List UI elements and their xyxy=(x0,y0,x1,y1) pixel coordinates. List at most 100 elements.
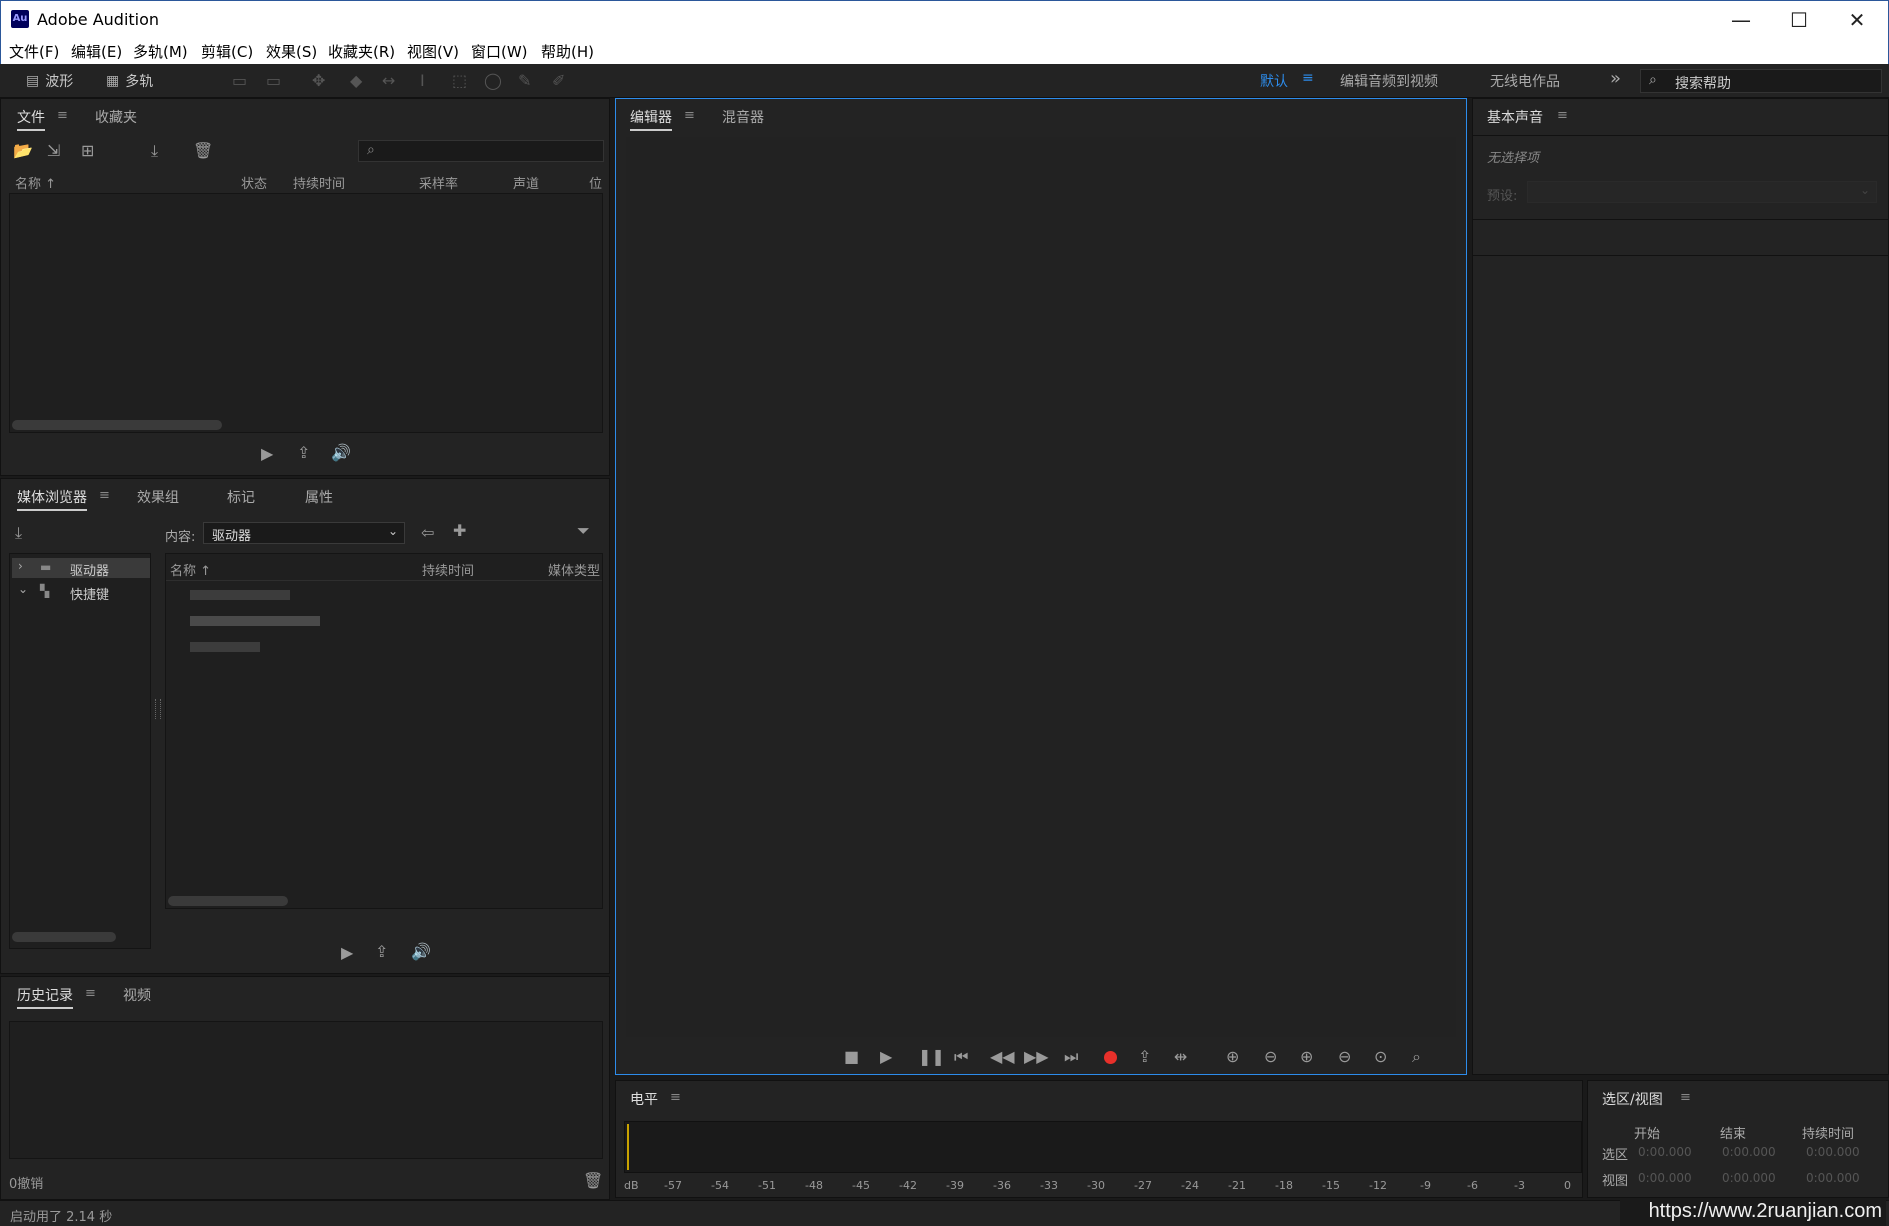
close-button[interactable]: ✕ xyxy=(1828,1,1886,39)
col-name[interactable]: 名称 ↑ xyxy=(170,560,211,579)
col-media-type[interactable]: 媒体类型 xyxy=(548,560,600,579)
delete-file-icon[interactable]: 🗑 xyxy=(193,141,213,160)
essential-sound-menu-icon[interactable]: ≡ xyxy=(1557,108,1568,123)
loop-icon[interactable]: ⇪ xyxy=(375,942,388,961)
zoom-in-amplitude-icon[interactable]: ⊕ xyxy=(1226,1047,1239,1066)
view-end[interactable]: 0:00.000 xyxy=(1722,1171,1776,1185)
editor-menu-icon[interactable]: ≡ xyxy=(684,108,695,123)
col-name[interactable]: 名称 ↑ xyxy=(15,173,56,192)
media-file-list[interactable]: 名称 ↑ 持续时间 媒体类型 xyxy=(165,553,603,909)
selection-duration[interactable]: 0:00.000 xyxy=(1806,1145,1860,1159)
levels-menu-icon[interactable]: ≡ xyxy=(670,1090,681,1105)
help-search-input[interactable]: ⌕ 搜索帮助 xyxy=(1640,69,1882,93)
col-duration[interactable]: 持续时间 xyxy=(293,173,345,192)
col-status[interactable]: 状态 xyxy=(241,173,267,192)
import-icon[interactable]: ⤓ xyxy=(15,523,22,543)
col-channels[interactable]: 声道 xyxy=(513,173,539,192)
tab-history[interactable]: 历史记录 xyxy=(17,985,73,1009)
tab-editor[interactable]: 编辑器 xyxy=(630,107,672,131)
menu-file[interactable]: 文件(F) xyxy=(9,41,59,62)
list-item[interactable] xyxy=(190,616,320,626)
zoom-out-amplitude-icon[interactable]: ⊖ xyxy=(1264,1047,1277,1066)
skip-selection-icon[interactable]: ⇹ xyxy=(1174,1047,1187,1066)
zoom-in-time-icon[interactable]: ⊕ xyxy=(1300,1047,1313,1066)
loop-icon[interactable]: ⇪ xyxy=(297,443,310,462)
pitch-display-icon[interactable]: ▭ xyxy=(266,71,281,90)
editor-panel[interactable]: 编辑器 ≡ 混音器 ■ ▶ ❚❚ ⏮ ◀◀ ▶▶ ⏭ ⇪ ⇹ ⊕ ⊖ ⊕ ⊖ ⊙… xyxy=(615,98,1467,1075)
brush-tool-icon[interactable]: ✎ xyxy=(518,71,531,90)
play-icon[interactable]: ▶ xyxy=(880,1047,892,1066)
media-browser-menu-icon[interactable]: ≡ xyxy=(99,488,110,503)
healing-tool-icon[interactable]: ✐ xyxy=(552,71,565,90)
menu-favorites[interactable]: 收藏夹(R) xyxy=(328,41,395,62)
maximize-button[interactable]: ☐ xyxy=(1770,1,1828,39)
tab-mixer[interactable]: 混音器 xyxy=(722,107,764,127)
tab-properties[interactable]: 属性 xyxy=(305,487,333,507)
list-item[interactable] xyxy=(190,590,290,600)
waveform-area[interactable] xyxy=(626,137,1456,1037)
selection-end[interactable]: 0:00.000 xyxy=(1722,1145,1776,1159)
add-shortcut-icon[interactable]: ✚ xyxy=(453,521,466,540)
rewind-icon[interactable]: ◀◀ xyxy=(990,1047,1015,1066)
insert-to-multitrack-icon[interactable]: ⤓ xyxy=(151,141,158,161)
delete-history-icon[interactable]: 🗑 xyxy=(583,1171,603,1190)
menu-view[interactable]: 视图(V) xyxy=(407,41,459,62)
menu-clip[interactable]: 剪辑(C) xyxy=(201,41,253,62)
workspace-radio-production[interactable]: 无线电作品 xyxy=(1490,71,1560,91)
col-bits[interactable]: 位 xyxy=(589,173,602,192)
media-list-scrollbar[interactable] xyxy=(168,896,288,906)
files-panel-menu-icon[interactable]: ≡ xyxy=(57,108,68,123)
content-dropdown[interactable]: 驱动器 ⌄ xyxy=(203,522,405,544)
slip-tool-icon[interactable]: ↔ xyxy=(382,71,395,90)
minimize-button[interactable]: — xyxy=(1712,1,1770,39)
waveform-button[interactable]: ▤ 波形 xyxy=(26,68,73,94)
volume-icon[interactable]: 🔊 xyxy=(411,942,431,961)
open-file-icon[interactable]: 📂 xyxy=(13,141,33,160)
tree-item-drives[interactable]: › ▬ 驱动器 xyxy=(12,558,150,579)
skip-to-start-icon[interactable]: ⏮ xyxy=(954,1047,968,1067)
record-icon[interactable] xyxy=(1104,1051,1117,1064)
selection-view-menu-icon[interactable]: ≡ xyxy=(1680,1090,1691,1105)
workspace-edit-audio-to-video[interactable]: 编辑音频到视频 xyxy=(1340,71,1438,91)
zoom-full-icon[interactable]: ⊙ xyxy=(1374,1047,1387,1066)
files-search-input[interactable]: ⌕ xyxy=(358,140,604,162)
preset-dropdown[interactable]: ⌄ xyxy=(1527,181,1877,203)
col-sample-rate[interactable]: 采样率 xyxy=(419,173,458,192)
new-file-icon[interactable]: ⊞ xyxy=(81,141,94,160)
list-item[interactable] xyxy=(190,642,260,652)
move-tool-icon[interactable]: ✥ xyxy=(312,71,325,90)
tab-video[interactable]: 视频 xyxy=(123,985,151,1005)
filter-icon[interactable]: ⏷ xyxy=(577,521,590,541)
selection-start[interactable]: 0:00.000 xyxy=(1638,1145,1692,1159)
more-workspaces-icon[interactable]: » xyxy=(1610,68,1621,89)
play-icon[interactable]: ▶ xyxy=(261,444,273,463)
multitrack-button[interactable]: ▦ 多轨 xyxy=(106,68,153,94)
tab-media-browser[interactable]: 媒体浏览器 xyxy=(17,487,87,511)
volume-icon[interactable]: 🔊 xyxy=(331,443,351,462)
files-list[interactable] xyxy=(9,193,603,433)
workspace-default[interactable]: 默认 xyxy=(1260,71,1288,91)
view-duration[interactable]: 0:00.000 xyxy=(1806,1171,1860,1185)
tab-favorites[interactable]: 收藏夹 xyxy=(95,107,137,127)
menu-edit[interactable]: 编辑(E) xyxy=(71,41,122,62)
spectral-display-icon[interactable]: ▭ xyxy=(232,71,247,90)
view-start[interactable]: 0:00.000 xyxy=(1638,1171,1692,1185)
menu-window[interactable]: 窗口(W) xyxy=(471,41,528,62)
fast-forward-icon[interactable]: ▶▶ xyxy=(1024,1047,1049,1066)
import-file-icon[interactable]: ⇲ xyxy=(47,141,60,160)
skip-to-end-icon[interactable]: ⏭ xyxy=(1064,1047,1078,1067)
lasso-tool-icon[interactable]: ◯ xyxy=(484,71,502,90)
history-menu-icon[interactable]: ≡ xyxy=(85,986,96,1001)
files-scrollbar[interactable] xyxy=(12,420,222,430)
splitter-handle[interactable] xyxy=(155,699,161,719)
play-icon[interactable]: ▶ xyxy=(341,943,353,962)
col-duration[interactable]: 持续时间 xyxy=(422,560,474,579)
history-list[interactable] xyxy=(9,1021,603,1159)
zoom-selection-icon[interactable]: ⌕ xyxy=(1412,1047,1421,1067)
tab-files[interactable]: 文件 xyxy=(17,107,45,131)
pause-icon[interactable]: ❚❚ xyxy=(918,1047,945,1066)
menu-multitrack[interactable]: 多轨(M) xyxy=(133,41,188,62)
tree-scrollbar[interactable] xyxy=(12,932,116,942)
time-selection-tool-icon[interactable]: I xyxy=(420,71,425,90)
workspace-menu-icon[interactable]: ≡ xyxy=(1302,70,1314,86)
